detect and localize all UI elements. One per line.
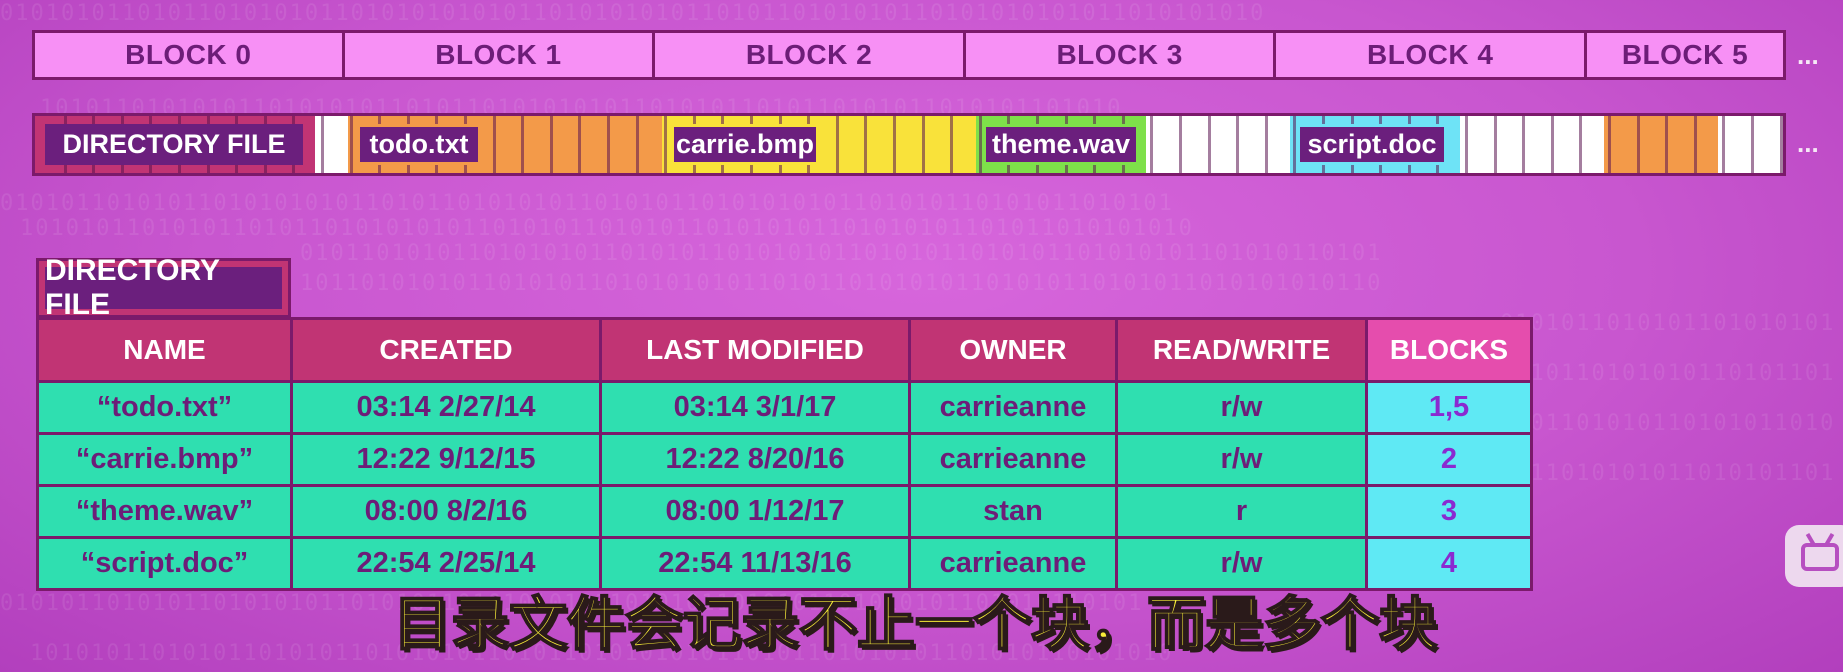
sub-block-divider xyxy=(1465,116,1468,173)
directory-table-title-text: DIRECTORY FILE xyxy=(45,254,282,321)
todo-segment-continued xyxy=(1604,116,1718,173)
sub-block-divider xyxy=(836,116,839,173)
sub-block-divider xyxy=(493,116,496,173)
block-row: BLOCK 0 BLOCK 1 BLOCK 2 BLOCK 3 BLOCK 4 … xyxy=(32,30,1786,80)
sub-block-divider xyxy=(893,116,896,173)
sub-block-divider xyxy=(521,116,524,173)
sub-block-divider xyxy=(1608,116,1611,173)
sub-block-divider xyxy=(664,116,667,173)
sub-block-divider xyxy=(1551,116,1554,173)
sub-block-divider xyxy=(1265,116,1268,173)
disk-strip: DIRECTORY FILE todo.txt carrie.bmp theme… xyxy=(32,113,1786,176)
sub-block-divider xyxy=(864,116,867,173)
cell-name: “theme.wav” xyxy=(36,484,293,539)
video-subtitle: 目录文件会记录不止一个块，而是多个块 xyxy=(392,591,1438,658)
cell-read-write: r/w xyxy=(1115,536,1368,591)
cell-blocks: 4 xyxy=(1365,536,1533,591)
cell-last-modified: 03:14 3/1/17 xyxy=(599,380,911,435)
sub-block-divider xyxy=(1494,116,1497,173)
header-blocks: BLOCKS xyxy=(1365,317,1533,383)
disk-strip-more: ... xyxy=(1797,128,1819,158)
table-row: “theme.wav” 08:00 8/2/16 08:00 1/12/17 s… xyxy=(36,484,1533,539)
header-name: NAME xyxy=(36,317,293,383)
sub-block-divider xyxy=(1236,116,1239,173)
sub-block-divider xyxy=(1150,116,1153,173)
block-1-label: BLOCK 1 xyxy=(341,30,656,80)
block-0-label: BLOCK 0 xyxy=(32,30,345,80)
theme-file-label: theme.wav xyxy=(983,124,1139,165)
sub-block-divider xyxy=(321,116,324,173)
todo-file-label: todo.txt xyxy=(357,124,481,165)
sub-block-divider xyxy=(1179,116,1182,173)
sub-block-divider xyxy=(1637,116,1640,173)
block-row-more: ... xyxy=(1797,40,1819,70)
sub-block-divider xyxy=(350,116,353,173)
sub-block-divider xyxy=(578,116,581,173)
sub-block-divider xyxy=(1522,116,1525,173)
cell-created: 22:54 2/25/14 xyxy=(290,536,602,591)
cell-name: “todo.txt” xyxy=(36,380,293,435)
cell-created: 12:22 9/12/15 xyxy=(290,432,602,487)
free-segment xyxy=(1146,116,1290,173)
cell-blocks: 1,5 xyxy=(1365,380,1533,435)
directory-table-title: DIRECTORY FILE xyxy=(36,254,291,321)
cell-last-modified: 12:22 8/20/16 xyxy=(599,432,911,487)
table-row: “script.doc” 22:54 2/25/14 22:54 11/13/1… xyxy=(36,536,1533,591)
sub-block-divider xyxy=(1665,116,1668,173)
cell-owner: stan xyxy=(908,484,1118,539)
sub-block-divider xyxy=(1208,116,1211,173)
cell-blocks: 3 xyxy=(1365,484,1533,539)
cell-blocks: 2 xyxy=(1365,432,1533,487)
block-2-label: BLOCK 2 xyxy=(652,30,966,80)
carrie-file-label: carrie.bmp xyxy=(671,124,819,165)
sub-block-divider xyxy=(922,116,925,173)
cell-name: “carrie.bmp” xyxy=(36,432,293,487)
sub-block-divider xyxy=(1780,116,1783,173)
sub-block-divider xyxy=(950,116,953,173)
tv-logo-icon[interactable] xyxy=(1785,525,1843,587)
sub-block-divider xyxy=(1722,116,1725,173)
block-3-label: BLOCK 3 xyxy=(962,30,1277,80)
sub-block-divider xyxy=(979,116,982,173)
sub-block-divider xyxy=(1579,116,1582,173)
sub-block-divider xyxy=(636,116,639,173)
cell-read-write: r/w xyxy=(1115,432,1368,487)
table-row: “carrie.bmp” 12:22 9/12/15 12:22 8/20/16… xyxy=(36,432,1533,487)
cell-last-modified: 22:54 11/13/16 xyxy=(599,536,911,591)
cell-read-write: r/w xyxy=(1115,380,1368,435)
cell-created: 08:00 8/2/16 xyxy=(290,484,602,539)
sub-block-divider xyxy=(1751,116,1754,173)
script-file-label: script.doc xyxy=(1297,124,1447,165)
block-4-label: BLOCK 4 xyxy=(1273,30,1588,80)
sub-block-divider xyxy=(1694,116,1697,173)
cell-read-write: r xyxy=(1115,484,1368,539)
header-owner: OWNER xyxy=(908,317,1118,383)
cell-name: “script.doc” xyxy=(36,536,293,591)
free-segment xyxy=(1460,116,1604,173)
table-row: “todo.txt” 03:14 2/27/14 03:14 3/1/17 ca… xyxy=(36,380,1533,435)
sub-block-divider xyxy=(607,116,610,173)
table-header-row: NAME CREATED LAST MODIFIED OWNER READ/WR… xyxy=(36,317,1533,383)
header-last-modified: LAST MODIFIED xyxy=(599,317,911,383)
cell-last-modified: 08:00 1/12/17 xyxy=(599,484,911,539)
directory-file-label: DIRECTORY FILE xyxy=(45,124,303,165)
header-read-write: READ/WRITE xyxy=(1115,317,1368,383)
sub-block-divider xyxy=(550,116,553,173)
block-5-label: BLOCK 5 xyxy=(1584,30,1786,80)
sub-block-divider xyxy=(1293,116,1296,173)
cell-owner: carrieanne xyxy=(908,536,1118,591)
header-created: CREATED xyxy=(290,317,602,383)
free-segment xyxy=(315,116,348,173)
cell-owner: carrieanne xyxy=(908,380,1118,435)
cell-owner: carrieanne xyxy=(908,432,1118,487)
directory-table: NAME CREATED LAST MODIFIED OWNER READ/WR… xyxy=(36,317,1533,591)
cell-created: 03:14 2/27/14 xyxy=(290,380,602,435)
